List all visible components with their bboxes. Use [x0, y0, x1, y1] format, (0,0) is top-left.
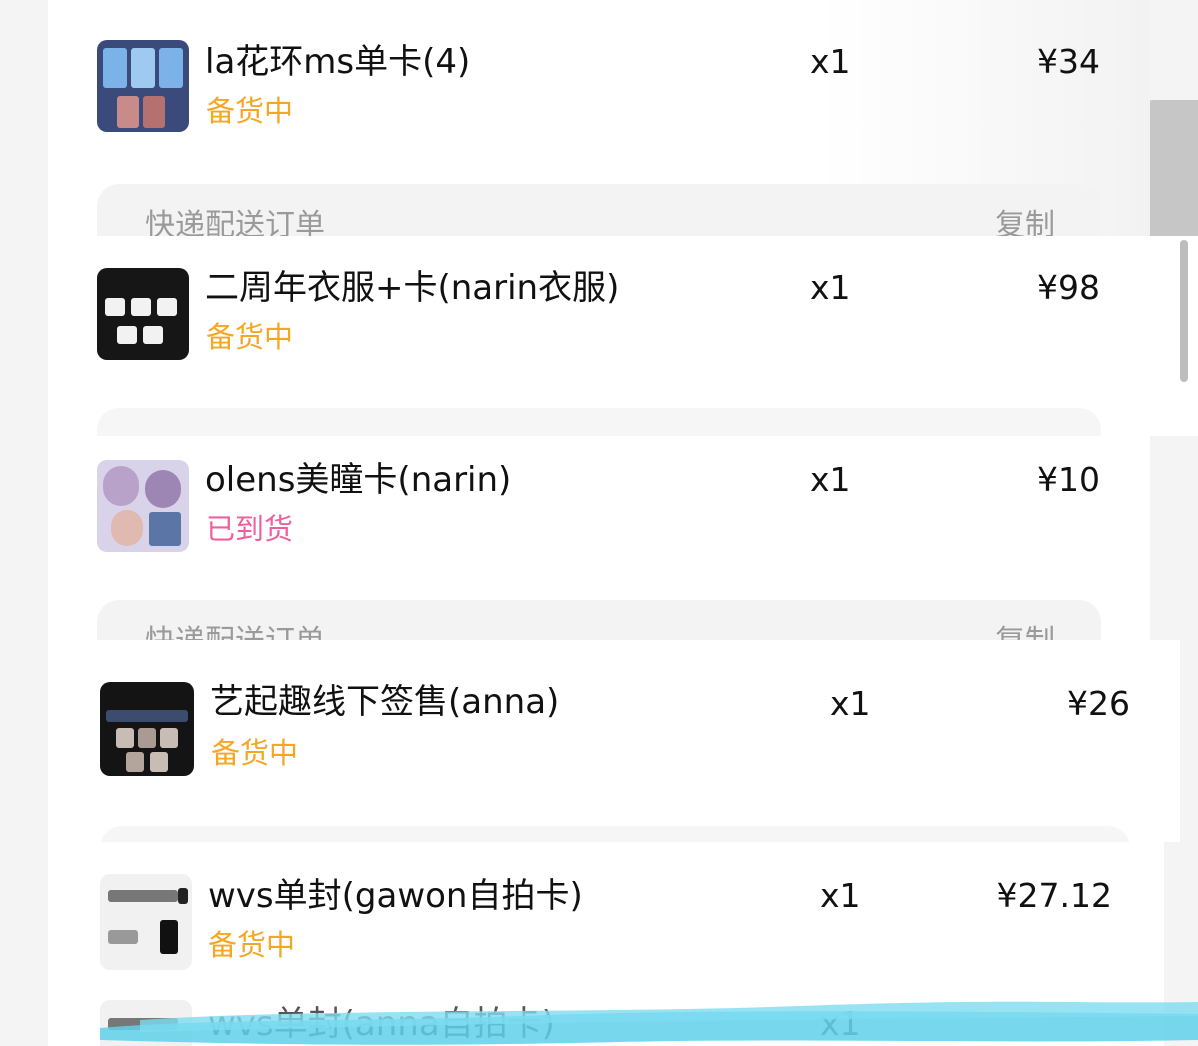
shipping-order-bar[interactable]: 快递配送订单 复制	[97, 600, 1101, 640]
product-thumbnail[interactable]	[97, 268, 189, 360]
item-price: ¥34	[1037, 42, 1100, 81]
copy-button[interactable]: 复制	[995, 206, 1055, 236]
order-card-1: la花环ms单卡(4) 备货中 x1 ¥34 快递配送订单 复制	[48, 0, 1150, 236]
product-thumbnail[interactable]	[97, 40, 189, 132]
shipping-order-bar[interactable]	[100, 826, 1130, 842]
item-name[interactable]: olens美瞳卡(narin)	[205, 460, 511, 500]
product-thumbnail[interactable]	[100, 874, 192, 970]
scrollbar[interactable]	[1180, 240, 1188, 382]
item-status: 备货中	[206, 320, 294, 354]
item-price: ¥26	[1067, 684, 1130, 723]
copy-button[interactable]: 复制	[995, 622, 1055, 640]
item-price: ¥27.12	[996, 876, 1112, 915]
item-quantity: x1	[810, 42, 851, 81]
item-quantity: x1	[810, 460, 851, 499]
order-card-4: 艺起趣线下签售(anna) 备货中 x1 ¥26	[48, 640, 1180, 842]
order-card-3: olens美瞳卡(narin) 已到货 x1 ¥10 快递配送订单 复制	[48, 436, 1150, 640]
item-price: ¥10	[1037, 460, 1100, 499]
product-thumbnail[interactable]	[97, 460, 189, 552]
shipping-label: 快递配送订单	[145, 208, 325, 236]
item-quantity: x1	[830, 684, 871, 723]
item-quantity: x1	[810, 268, 851, 307]
shipping-order-bar[interactable]	[97, 408, 1101, 436]
order-card-2: 二周年衣服+卡(narin衣服) 备货中 x1 ¥98	[48, 236, 1198, 436]
item-name[interactable]: la花环ms单卡(4)	[205, 42, 470, 82]
item-name[interactable]: wvs单封(gawon自拍卡)	[208, 876, 583, 916]
product-thumbnail[interactable]	[100, 682, 194, 776]
item-name[interactable]: 艺起趣线下签售(anna)	[210, 682, 559, 722]
highlighter-scribble	[100, 1001, 1198, 1045]
item-status: 备货中	[211, 736, 299, 770]
shipping-order-bar[interactable]: 快递配送订单 复制	[97, 184, 1101, 236]
item-status: 备货中	[206, 94, 294, 128]
item-quantity: x1	[820, 876, 861, 915]
shipping-label: 快递配送订单	[145, 622, 325, 640]
item-status: 已到货	[206, 512, 294, 546]
item-status: 备货中	[208, 928, 296, 962]
item-name[interactable]: 二周年衣服+卡(narin衣服)	[205, 268, 619, 308]
item-price: ¥98	[1037, 268, 1100, 307]
